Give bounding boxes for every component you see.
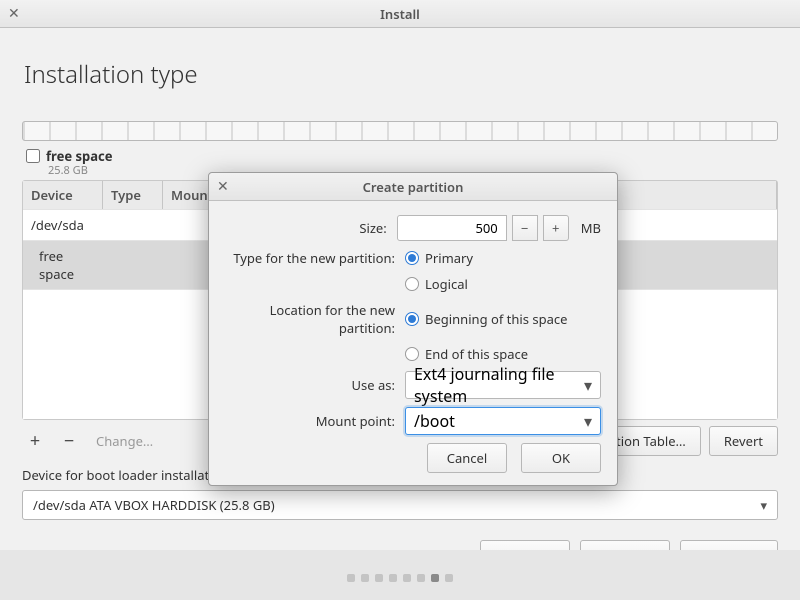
size-unit: MB xyxy=(581,219,601,237)
radio-icon xyxy=(405,347,419,361)
mountpoint-label: Mount point: xyxy=(225,412,405,430)
freespace-checkbox[interactable] xyxy=(26,149,40,163)
pager-dot[interactable] xyxy=(445,574,453,582)
dialog-title: Create partition xyxy=(363,178,464,196)
revert-button[interactable]: Revert xyxy=(709,426,778,456)
freespace-size: 25.8 GB xyxy=(48,163,88,178)
radio-icon xyxy=(405,277,419,291)
change-button[interactable]: Change… xyxy=(96,432,153,450)
useas-select[interactable]: Ext4 journaling file system xyxy=(405,371,601,399)
mountpoint-select[interactable]: /boot xyxy=(405,407,601,435)
bootloader-value: /dev/sda ATA VBOX HARDDISK (25.8 GB) xyxy=(33,496,275,514)
size-label: Size: xyxy=(225,219,397,237)
bootloader-select[interactable]: /dev/sda ATA VBOX HARDDISK (25.8 GB) xyxy=(22,490,778,520)
type-logical-label: Logical xyxy=(425,275,468,293)
pager-dot[interactable] xyxy=(417,574,425,582)
page-heading: Installation type xyxy=(24,58,778,91)
pager-dot[interactable] xyxy=(403,574,411,582)
location-end-radio[interactable]: End of this space xyxy=(405,345,601,363)
pager-dot[interactable] xyxy=(389,574,397,582)
mountpoint-value: /boot xyxy=(414,410,455,432)
window-title: Install xyxy=(380,5,420,23)
close-icon[interactable]: ✕ xyxy=(217,177,229,196)
radio-icon xyxy=(405,312,419,326)
dialog-titlebar: ✕ Create partition xyxy=(209,173,617,201)
cancel-button[interactable]: Cancel xyxy=(427,443,507,473)
add-partition-button[interactable]: + xyxy=(22,429,48,453)
close-icon[interactable]: ✕ xyxy=(8,7,20,21)
pager-dot[interactable] xyxy=(375,574,383,582)
size-minus-button[interactable]: − xyxy=(512,215,538,241)
window-titlebar: ✕ Install xyxy=(0,0,800,28)
location-begin-radio[interactable]: Beginning of this space xyxy=(405,310,601,328)
type-label: Type for the new partition: xyxy=(225,249,405,267)
pager-dot[interactable] xyxy=(347,574,355,582)
size-plus-button[interactable]: + xyxy=(543,215,569,241)
useas-value: Ext4 journaling file system xyxy=(414,363,592,407)
useas-label: Use as: xyxy=(225,376,405,394)
type-primary-label: Primary xyxy=(425,249,473,267)
pager-dot[interactable] xyxy=(431,574,439,582)
location-label: Location for the new partition: xyxy=(225,301,405,337)
cell-freespace: free space xyxy=(23,241,103,289)
location-begin-label: Beginning of this space xyxy=(425,310,567,328)
size-input[interactable] xyxy=(397,215,507,241)
ok-button[interactable]: OK xyxy=(521,443,601,473)
disk-usage-bar[interactable] xyxy=(22,121,778,141)
type-primary-radio[interactable]: Primary xyxy=(405,249,601,267)
col-type[interactable]: Type xyxy=(103,181,163,209)
pager-dot[interactable] xyxy=(361,574,369,582)
create-partition-dialog: ✕ Create partition Size: − + MB Type for… xyxy=(208,172,618,486)
col-device[interactable]: Device xyxy=(23,181,103,209)
type-logical-radio[interactable]: Logical xyxy=(405,275,601,293)
location-end-label: End of this space xyxy=(425,345,528,363)
radio-icon xyxy=(405,251,419,265)
dialog-actions: Cancel OK xyxy=(225,443,601,473)
step-pager xyxy=(0,574,800,582)
remove-partition-button[interactable]: − xyxy=(56,429,82,453)
cell-device: /dev/sda xyxy=(23,210,103,240)
